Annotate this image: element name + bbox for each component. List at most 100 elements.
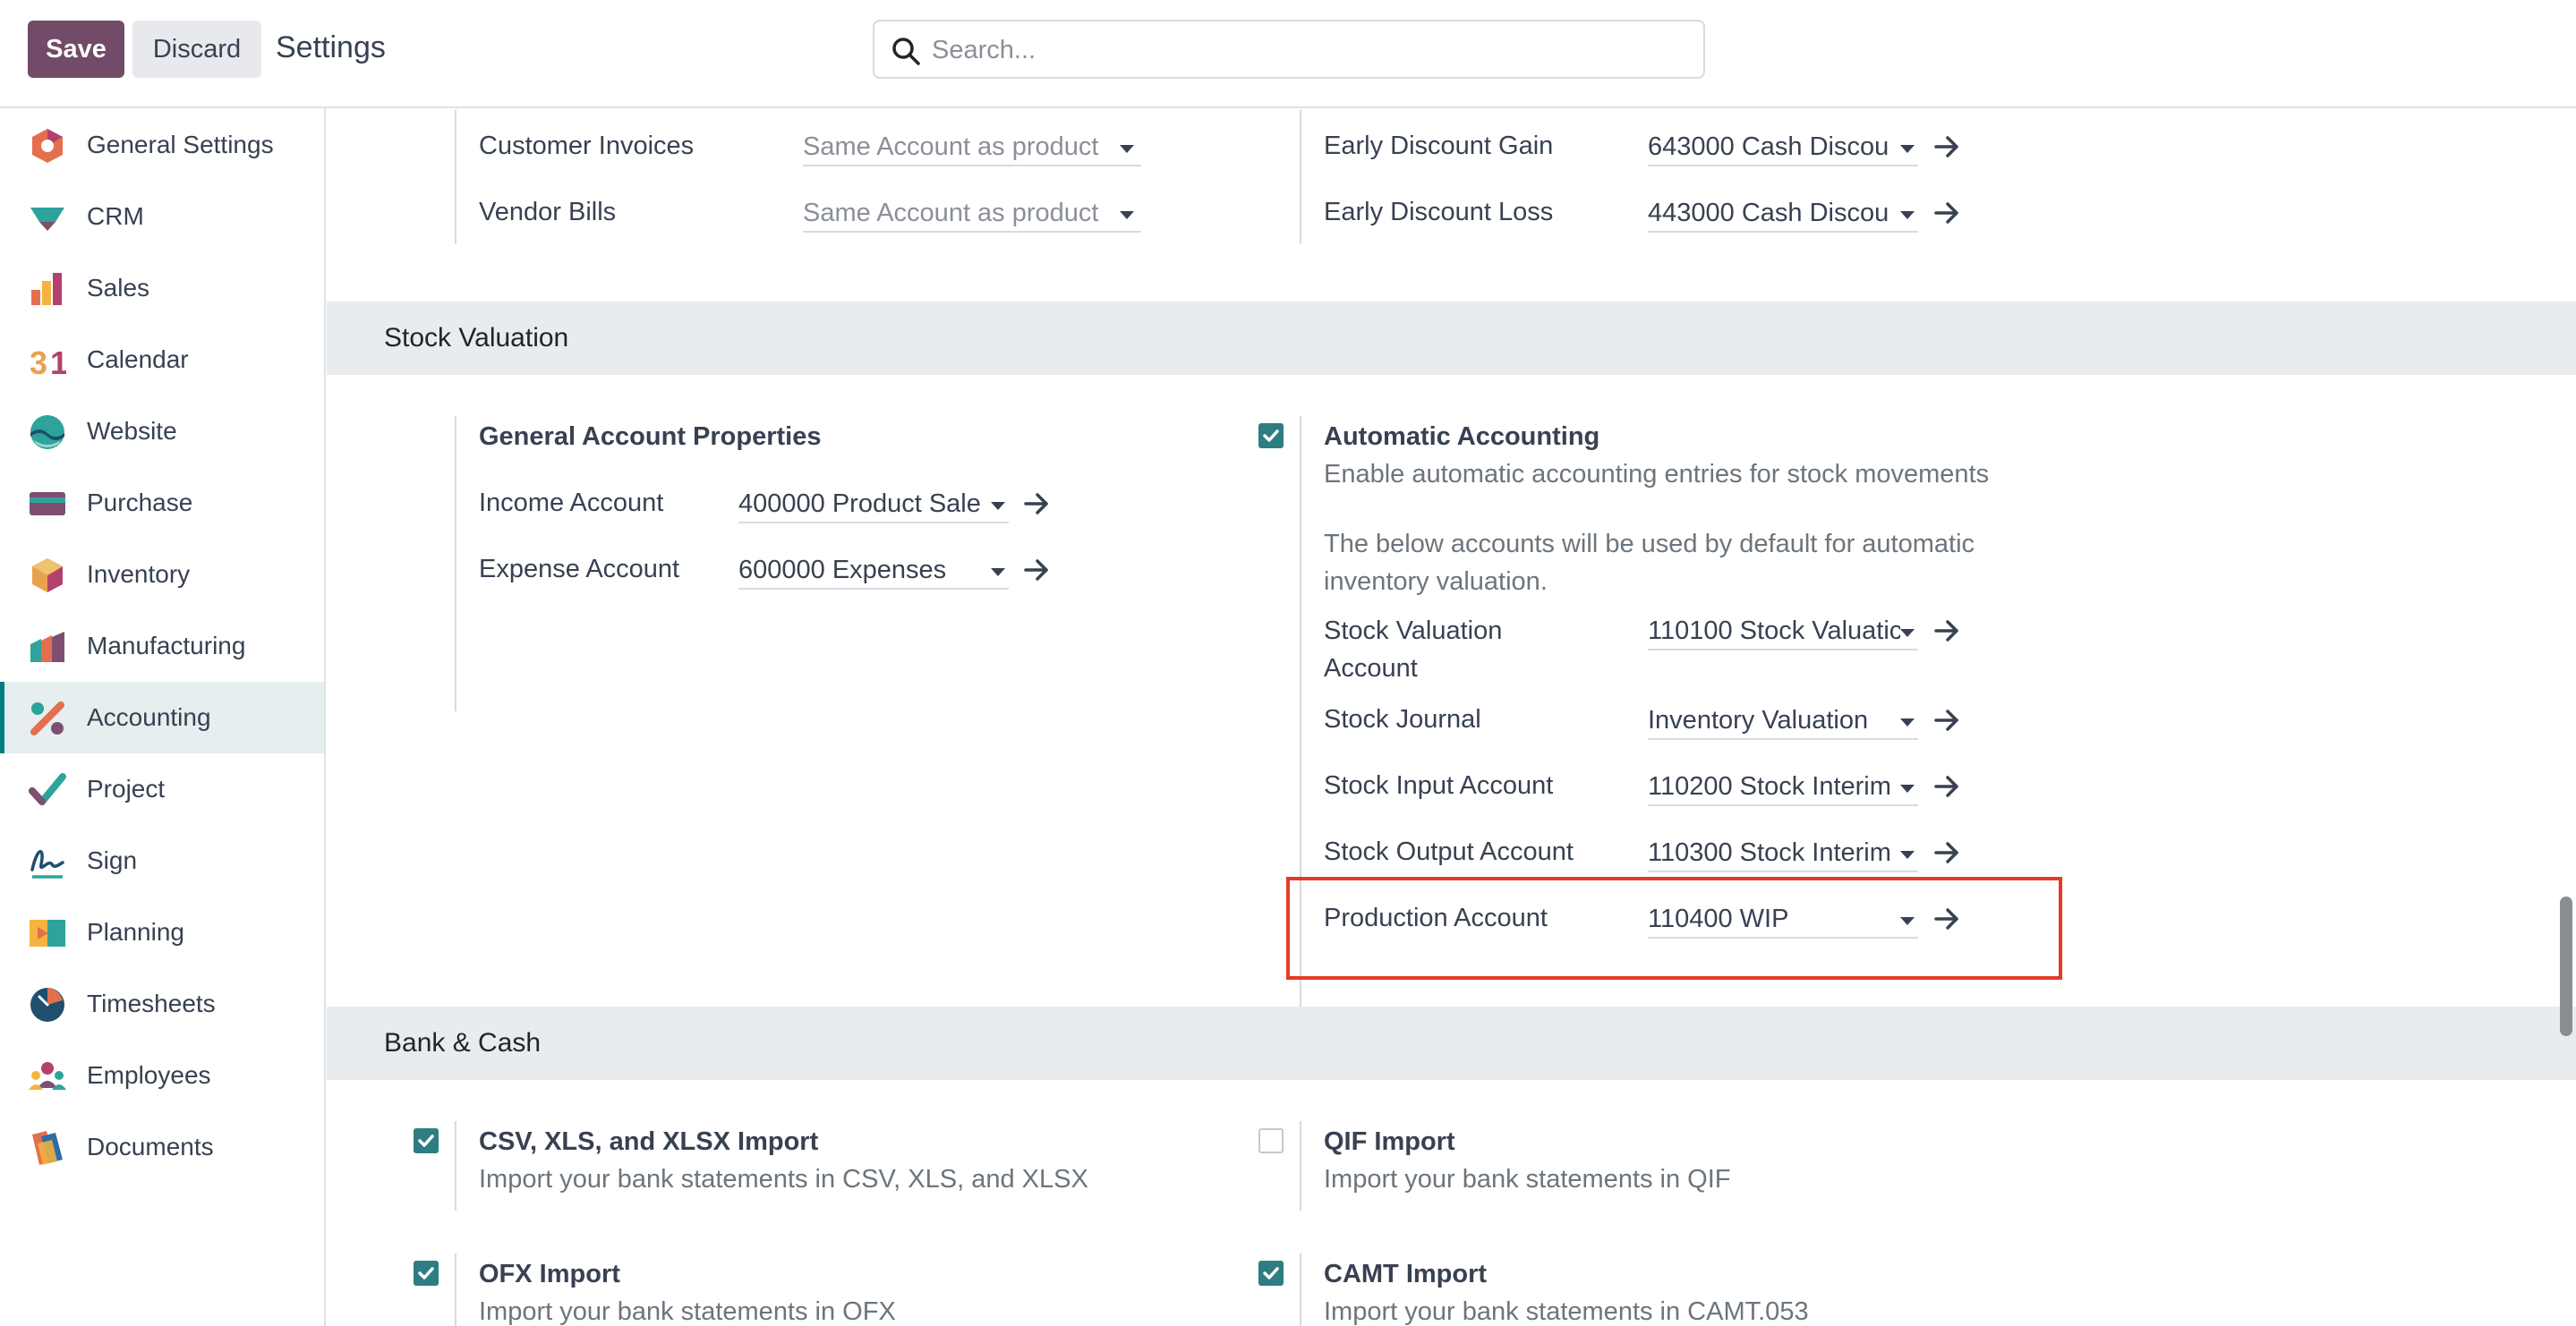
ofx-import-description: Import your bank statements in OFX (479, 1297, 896, 1326)
select-value: Same Account as product (803, 199, 1099, 227)
ofx-import-checkbox[interactable] (414, 1261, 439, 1286)
expense-account-select[interactable]: 600000 Expenses (738, 550, 1009, 590)
qif-import-checkbox[interactable] (1258, 1128, 1284, 1153)
sidebar-item-inventory[interactable]: Inventory (0, 539, 324, 610)
website-icon (30, 415, 64, 449)
vendor-bills-select[interactable]: Same Account as product (803, 193, 1141, 233)
automatic-accounting-checkbox[interactable] (1258, 423, 1284, 448)
sidebar-item-crm[interactable]: CRM (0, 181, 324, 252)
sidebar-item-label: Accounting (87, 703, 211, 731)
select-value: 600000 Expenses (738, 556, 947, 584)
select-value: 110200 Stock Interim (1648, 772, 1891, 801)
save-button[interactable]: Save (28, 21, 124, 78)
sidebar-item-general-settings[interactable]: General Settings (0, 109, 324, 181)
sidebar-item-employees[interactable]: Employees (0, 1040, 324, 1111)
employees-icon (29, 1062, 66, 1090)
sidebar-item-label: Planning (87, 918, 184, 946)
bank-cash-section-header: Bank & Cash (327, 1007, 2576, 1080)
select-value: Inventory Valuation (1648, 706, 1869, 735)
sidebar-item-label: Employees (87, 1061, 211, 1089)
scrollbar-track[interactable] (2560, 110, 2576, 1326)
search-box[interactable] (873, 20, 1705, 79)
sales-icon (31, 273, 62, 305)
sidebar-item-project[interactable]: Project (0, 753, 324, 825)
chevron-down-icon (991, 568, 1005, 576)
arrow-right-icon[interactable] (1933, 773, 1960, 800)
arrow-right-icon[interactable] (1933, 200, 1960, 226)
income-account-select[interactable]: 400000 Product Sale (738, 484, 1009, 523)
sign-icon (30, 850, 64, 879)
arrow-right-icon[interactable] (1023, 557, 1050, 583)
sidebar-item-website[interactable]: Website (0, 395, 324, 467)
arrow-right-icon[interactable] (1933, 707, 1960, 734)
camt-import-checkbox[interactable] (1258, 1261, 1284, 1286)
sidebar-item-label: Project (87, 775, 166, 803)
section-title: Bank & Cash (384, 1028, 542, 1058)
qif-import-description: Import your bank statements in QIF (1324, 1165, 1731, 1194)
sidebar-item-manufacturing[interactable]: Manufacturing (0, 610, 324, 682)
manufacturing-icon (30, 632, 64, 662)
select-value: 643000 Cash Discou (1648, 132, 1889, 161)
checkmark-icon (1263, 1267, 1279, 1279)
divider (455, 1254, 456, 1326)
sidebar-item-documents[interactable]: Documents (0, 1111, 324, 1183)
settings-content: Customer Invoices Same Account as produc… (327, 110, 2576, 1326)
divider (455, 110, 456, 244)
qif-import-title: QIF Import (1324, 1127, 1455, 1156)
accounting-icon (30, 701, 64, 735)
stock-output-account-select[interactable]: 110300 Stock Interim (1648, 833, 1918, 872)
arrow-right-icon[interactable] (1023, 490, 1050, 517)
timesheets-icon (30, 988, 64, 1022)
divider (1300, 110, 1301, 244)
divider (1300, 1254, 1301, 1326)
sidebar-item-purchase[interactable]: Purchase (0, 467, 324, 539)
stock-valuation-account-select[interactable]: 110100 Stock Valuatic (1648, 611, 1918, 650)
stock-journal-select[interactable]: Inventory Valuation (1648, 701, 1918, 740)
csv-import-description: Import your bank statements in CSV, XLS,… (479, 1165, 1088, 1194)
select-value: Same Account as product (803, 132, 1099, 161)
select-value: 400000 Product Sale (738, 489, 981, 518)
search-input[interactable] (932, 30, 1684, 70)
sidebar-item-planning[interactable]: Planning (0, 897, 324, 968)
early-discount-gain-label: Early Discount Gain (1324, 132, 1554, 160)
checkmark-icon (418, 1135, 434, 1147)
purchase-icon (30, 492, 65, 515)
crm-icon (30, 208, 64, 231)
expense-account-label: Expense Account (479, 555, 680, 583)
project-icon (29, 773, 66, 805)
automatic-accounting-title: Automatic Accounting (1324, 422, 1600, 451)
divider (455, 416, 456, 711)
search-icon (892, 38, 920, 65)
scrollbar-thumb[interactable] (2560, 897, 2572, 1036)
sidebar-item-label: Documents (87, 1133, 214, 1160)
sidebar-item-label: Sign (87, 846, 138, 874)
sidebar-item-sign[interactable]: Sign (0, 825, 324, 897)
select-value: 110100 Stock Valuatic (1648, 616, 1900, 645)
discard-button[interactable]: Discard (132, 21, 261, 78)
early-discount-loss-select[interactable]: 443000 Cash Discou (1648, 193, 1918, 233)
arrow-right-icon[interactable] (1933, 133, 1960, 160)
top-bar: Save Discard Settings (0, 0, 2576, 108)
sidebar-item-calendar[interactable]: 3 1 Calendar (0, 324, 324, 395)
sidebar-item-label: General Settings (87, 131, 274, 158)
camt-import-description: Import your bank statements in CAMT.053 (1324, 1297, 1809, 1326)
stock-journal-label: Stock Journal (1324, 705, 1481, 734)
documents-icon (32, 1131, 63, 1165)
select-value: 443000 Cash Discou (1648, 199, 1889, 227)
csv-import-checkbox[interactable] (414, 1128, 439, 1153)
page-title: Settings (276, 30, 386, 64)
stock-valuation-account-label: Stock Valuation Account (1324, 616, 1503, 683)
customer-invoices-select[interactable]: Same Account as product (803, 127, 1141, 166)
chevron-down-icon (1900, 718, 1915, 727)
chevron-down-icon (1900, 211, 1915, 219)
arrow-right-icon[interactable] (1933, 839, 1960, 866)
sidebar-item-timesheets[interactable]: Timesheets (0, 968, 324, 1040)
early-discount-gain-select[interactable]: 643000 Cash Discou (1648, 127, 1918, 166)
sidebar-item-sales[interactable]: Sales (0, 252, 324, 324)
arrow-right-icon[interactable] (1933, 617, 1960, 644)
stock-input-account-select[interactable]: 110200 Stock Interim (1648, 767, 1918, 806)
sidebar-item-accounting[interactable]: Accounting (0, 682, 324, 753)
svg-text:1: 1 (50, 344, 66, 379)
checkmark-icon (418, 1267, 434, 1279)
chevron-down-icon (1900, 851, 1915, 859)
